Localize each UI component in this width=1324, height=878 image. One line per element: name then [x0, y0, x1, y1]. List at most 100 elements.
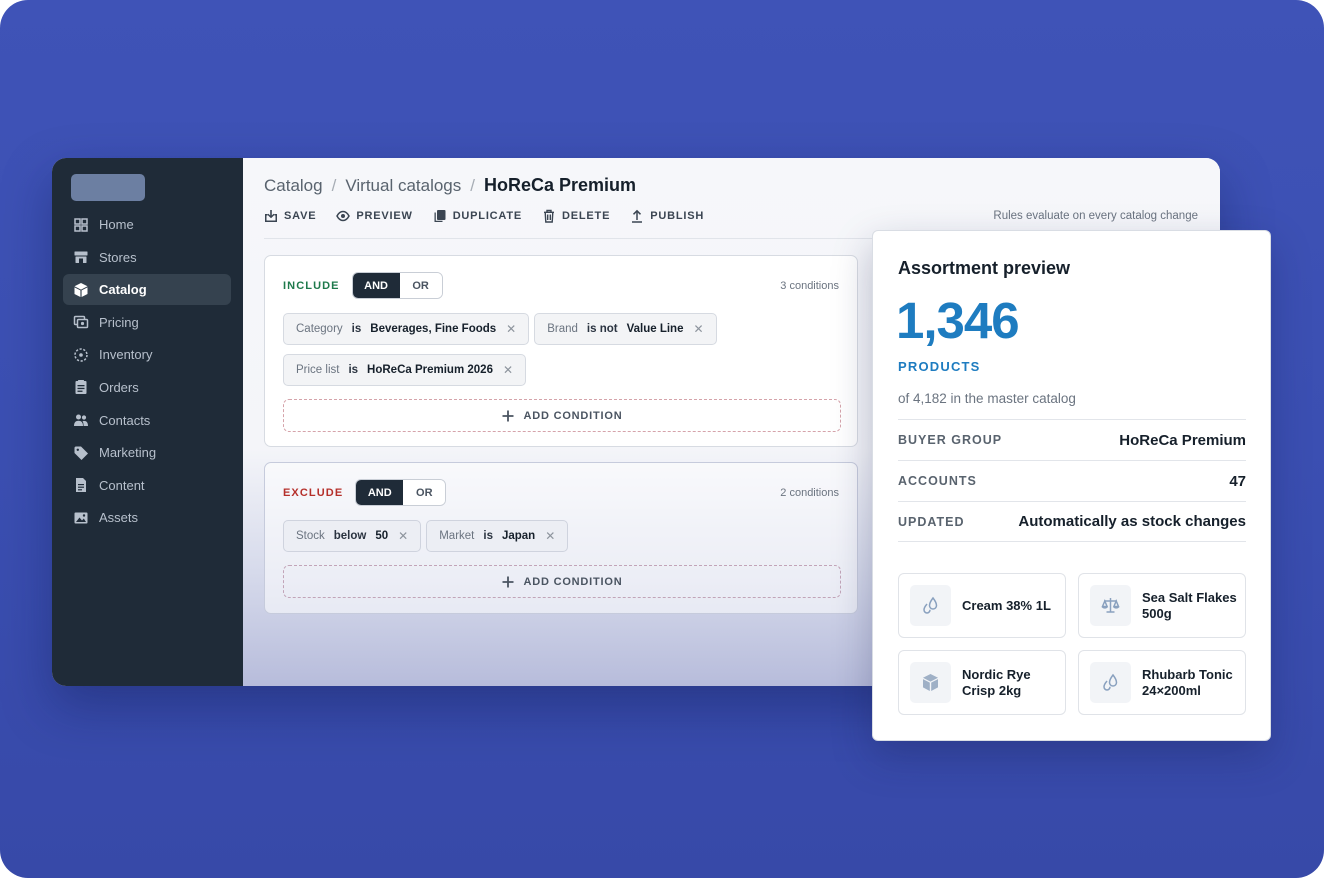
condition-operator: is	[351, 323, 362, 335]
condition-chip[interactable]: Price list is HoReCa Premium 2026 ✕	[283, 354, 527, 386]
breadcrumb-separator: /	[470, 175, 475, 195]
sidebar-item-content[interactable]: Content	[63, 470, 231, 501]
pricing-icon	[73, 316, 89, 329]
exclude-add-condition-button[interactable]: ADD CONDITION	[283, 565, 841, 598]
include-and-button[interactable]: AND	[352, 273, 400, 298]
condition-operator: is	[483, 530, 493, 542]
remove-condition-icon[interactable]: ✕	[398, 529, 408, 543]
condition-value: Japan	[501, 530, 536, 542]
detail-row-updated: UPDATED Automatically as stock changes	[898, 501, 1246, 542]
add-condition-label: ADD CONDITION	[523, 409, 623, 422]
tag-icon	[74, 446, 88, 460]
remove-condition-icon[interactable]: ✕	[545, 529, 555, 543]
preview-details: BUYER GROUP HoReCa Premium ACCOUNTS 47 U…	[898, 419, 1246, 542]
sidebar-item-pricing[interactable]: Pricing	[63, 307, 231, 338]
sidebar-item-label: Marketing	[99, 445, 157, 461]
condition-field: Category	[296, 323, 343, 335]
save-button[interactable]: SAVE	[264, 209, 316, 223]
remove-condition-icon[interactable]: ✕	[506, 322, 516, 336]
box-icon	[910, 662, 951, 703]
preview-title: Assortment preview	[898, 258, 1071, 278]
droplet-icon	[1090, 662, 1131, 703]
exclude-condition-count: 2 conditions	[780, 487, 839, 499]
condition-field: Stock	[296, 530, 325, 542]
sidebar-item-orders[interactable]: Orders	[63, 372, 231, 403]
preview-button[interactable]: PREVIEW	[336, 209, 412, 223]
publish-button[interactable]: PUBLISH	[630, 209, 704, 223]
eye-icon	[336, 210, 351, 222]
sidebar-item-label: Home	[99, 217, 134, 232]
exclude-conditions: Stock below 50 ✕ Market is Japan ✕	[283, 520, 843, 561]
preview-label: PREVIEW	[356, 210, 413, 222]
include-condition-count: 3 conditions	[780, 280, 839, 292]
detail-value: Automatically as stock changes	[1018, 513, 1246, 530]
store-icon	[74, 251, 88, 264]
detail-key: ACCOUNTS	[898, 474, 977, 488]
scale-icon	[1090, 585, 1131, 626]
remove-condition-icon[interactable]: ✕	[693, 322, 703, 336]
sidebar-item-inventory[interactable]: Inventory	[63, 339, 231, 370]
condition-chip[interactable]: Category is Beverages, Fine Foods ✕	[283, 313, 530, 345]
exclude-or-button[interactable]: OR	[403, 480, 446, 505]
sidebar-item-stores[interactable]: Stores	[63, 242, 231, 273]
logo	[71, 174, 145, 201]
upload-icon	[632, 209, 643, 223]
duplicate-button[interactable]: DUPLICATE	[433, 209, 522, 223]
clipboard-icon	[75, 380, 87, 395]
exclude-rule-card: EXCLUDE AND OR 2 conditions Stock below …	[264, 462, 858, 614]
detail-row-buyer-group: BUYER GROUP HoReCa Premium	[898, 419, 1246, 460]
page-title: HoReCa Premium	[484, 175, 637, 195]
product-name: Cream 38% 1L	[962, 597, 1051, 613]
breadcrumb-separator: /	[331, 175, 337, 195]
condition-operator: below	[333, 530, 367, 542]
droplet-icon	[910, 585, 951, 626]
include-label: INCLUDE	[283, 279, 340, 292]
detail-key: BUYER GROUP	[898, 433, 1003, 447]
breadcrumb-catalog[interactable]: Catalog	[264, 176, 323, 196]
sidebar-item-label: Assets	[99, 510, 139, 526]
save-label: SAVE	[284, 210, 317, 222]
detail-key: UPDATED	[898, 514, 965, 529]
include-conditions: Category is Beverages, Fine Foods ✕ Bran…	[283, 313, 843, 395]
breadcrumb-virtual-catalogs[interactable]: Virtual catalogs	[345, 176, 461, 196]
include-add-condition-button[interactable]: ADD CONDITION	[283, 399, 841, 432]
sidebar-item-label: Catalog	[99, 282, 147, 298]
remove-condition-icon[interactable]: ✕	[503, 363, 513, 377]
delete-button[interactable]: DELETE	[542, 209, 610, 223]
condition-field: Market	[439, 530, 475, 542]
detail-value: HoReCa Premium	[1119, 431, 1246, 449]
product-tile[interactable]: Sea Salt Flakes 500g	[1078, 573, 1246, 638]
trash-icon	[544, 209, 555, 223]
condition-value: Value Line	[626, 323, 684, 335]
toolbar: SAVE PREVIEW DUPLICATE DELETE PUBLISH	[264, 209, 724, 223]
exclude-and-button[interactable]: AND	[356, 480, 404, 505]
product-name: Nordic Rye Crisp 2kg	[962, 666, 1031, 698]
condition-chip[interactable]: Brand is not Value Line ✕	[534, 313, 717, 345]
condition-chip[interactable]: Market is Japan ✕	[426, 520, 569, 552]
condition-value: HoReCa Premium 2026	[367, 364, 493, 376]
sidebar-item-assets[interactable]: Assets	[63, 502, 231, 533]
condition-chip[interactable]: Stock below 50 ✕	[283, 520, 422, 552]
sidebar-item-home[interactable]: Home	[63, 209, 231, 240]
product-tile[interactable]: Nordic Rye Crisp 2kg	[898, 650, 1066, 715]
people-icon	[74, 414, 88, 427]
include-or-button[interactable]: OR	[399, 273, 442, 298]
sidebar-item-label: Contacts	[99, 412, 151, 428]
rules-note: Rules evaluate on every catalog change	[993, 210, 1198, 222]
product-tile[interactable]: Rhubarb Tonic 24×200ml	[1078, 650, 1246, 715]
exclude-label: EXCLUDE	[283, 486, 344, 499]
sidebar-item-contacts[interactable]: Contacts	[63, 405, 231, 436]
condition-field: Price list	[296, 364, 340, 376]
assortment-preview-panel: Assortment preview 1,346 PRODUCTS of 4,1…	[872, 230, 1271, 741]
condition-field: Brand	[547, 323, 578, 335]
inventory-icon	[74, 348, 88, 362]
exclude-logic-toggle: AND OR	[355, 479, 447, 506]
detail-row-accounts: ACCOUNTS 47	[898, 460, 1246, 501]
product-count: 1,346	[896, 292, 1020, 349]
product-tile[interactable]: Cream 38% 1L	[898, 573, 1066, 638]
copy-icon	[434, 210, 446, 222]
sidebar-item-catalog[interactable]: Catalog	[63, 274, 231, 306]
sidebar-item-label: Stores	[99, 249, 137, 265]
sidebar-item-marketing[interactable]: Marketing	[63, 437, 231, 468]
master-catalog-note: of 4,182 in the master catalog	[898, 391, 1076, 406]
